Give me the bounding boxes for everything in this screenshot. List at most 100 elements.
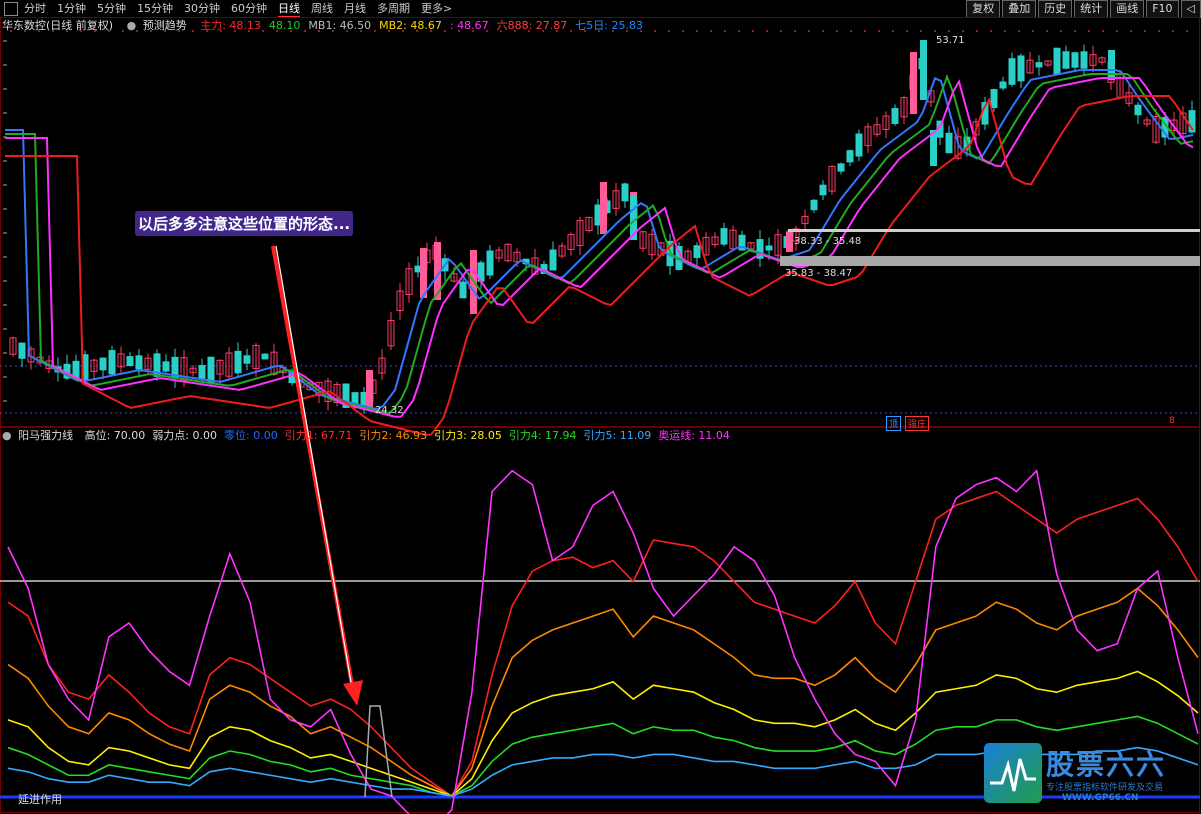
candle-body (99, 357, 107, 371)
candle-body (846, 150, 854, 163)
zone-bar-1 (788, 229, 1200, 232)
zone1-label: 38.33 - 35.48 (794, 236, 862, 247)
logo-slogan: 专注股票指标软件研发及交易 (1046, 783, 1164, 793)
low-price-label: 24.32 (375, 405, 404, 416)
bottom-label: 延进作用 (18, 793, 62, 806)
high-price-label: 53.71 (936, 35, 965, 46)
candle-body (1071, 52, 1079, 68)
dot (24, 30, 26, 32)
candle-body (621, 183, 629, 202)
candle-body (765, 245, 773, 251)
dot (710, 30, 712, 32)
sub-param-1: 弱力点: 0.00 (152, 429, 218, 442)
axis-tick (3, 112, 7, 114)
dot (514, 30, 516, 32)
zone2-label: 35.83 - 38.47 (785, 268, 853, 279)
candle-body (1080, 51, 1088, 69)
ma-green-line (5, 73, 1194, 415)
dot (794, 30, 796, 32)
dot (1158, 30, 1160, 32)
highlight-candle (366, 370, 373, 408)
dot (332, 30, 334, 32)
candle-body (720, 228, 728, 245)
dot (878, 30, 880, 32)
dot (150, 30, 152, 32)
dot (1172, 30, 1174, 32)
highlight-candle (600, 182, 607, 234)
dot (38, 30, 40, 32)
sub-param-4: 引力2: 46.93 (359, 429, 428, 442)
dot (598, 30, 600, 32)
dot (1186, 30, 1188, 32)
candle-body (999, 81, 1007, 89)
dot (500, 30, 502, 32)
dot (668, 30, 670, 32)
candle-body (162, 361, 170, 372)
dot (388, 30, 390, 32)
dot (164, 30, 166, 32)
candle-body (945, 132, 953, 154)
dot (752, 30, 754, 32)
candle-body (693, 245, 701, 258)
dot (640, 30, 642, 32)
dot (122, 30, 124, 32)
sub-param-6: 引力4: 17.94 (508, 429, 577, 442)
axis-tick (3, 64, 7, 66)
dot (528, 30, 530, 32)
candle-body (459, 281, 467, 299)
sub-gear-icon[interactable]: ● (2, 429, 12, 442)
candle-body (72, 360, 80, 378)
dot (1032, 30, 1034, 32)
dot (724, 30, 726, 32)
dot (472, 30, 474, 32)
dot (962, 30, 964, 32)
axis-tick (3, 88, 7, 90)
dot (290, 30, 292, 32)
sub-param-7: 引力5: 11.09 (583, 429, 652, 442)
annotation-arrow-highlight (275, 245, 353, 689)
axis-tick (3, 376, 7, 378)
dot (570, 30, 572, 32)
sub-chart-header: ● 阳马强力线 高位: 70.00 弱力点: 0.00 零位: 0.00 引力1: 6… (2, 428, 745, 444)
axis-tick (3, 280, 7, 282)
dot (626, 30, 628, 32)
candle-body (243, 355, 251, 364)
candle-body (108, 349, 116, 375)
chart-canvas (0, 17, 1200, 814)
candle-body (126, 356, 134, 367)
dot (234, 30, 236, 32)
dot (66, 30, 68, 32)
dot (556, 30, 558, 32)
dot (738, 30, 740, 32)
dot (94, 30, 96, 32)
candle-body (261, 353, 269, 360)
dot (948, 30, 950, 32)
dot (318, 30, 320, 32)
dot (906, 30, 908, 32)
dot (584, 30, 586, 32)
highlight-candle-down (920, 40, 927, 100)
dot (346, 30, 348, 32)
dot (402, 30, 404, 32)
annotation-text: 以后多多注意这些位置的形态... (135, 211, 354, 236)
candle-body (198, 365, 206, 379)
sub-param-5: 引力3: 28.05 (434, 429, 502, 442)
dot (10, 30, 12, 32)
logo-url: WWW.GP66.CN (1062, 793, 1139, 803)
top-badge: 顶 (886, 416, 902, 431)
dot (920, 30, 922, 32)
dot (612, 30, 614, 32)
dot (864, 30, 866, 32)
sub-indicator-name[interactable]: 阳马强力线 (18, 429, 73, 442)
dot (304, 30, 306, 32)
dot (1018, 30, 1020, 32)
signal-marker (364, 705, 393, 798)
highlight-candle-down (1108, 50, 1115, 80)
dot (654, 30, 656, 32)
candle-body (1134, 104, 1142, 116)
site-logo: 股票六六 专注股票指标软件研发及交易 WWW.GP66.CN (984, 743, 1198, 805)
candle-body (351, 392, 359, 404)
dot (850, 30, 852, 32)
candle-body (1017, 55, 1025, 82)
dot (206, 30, 208, 32)
